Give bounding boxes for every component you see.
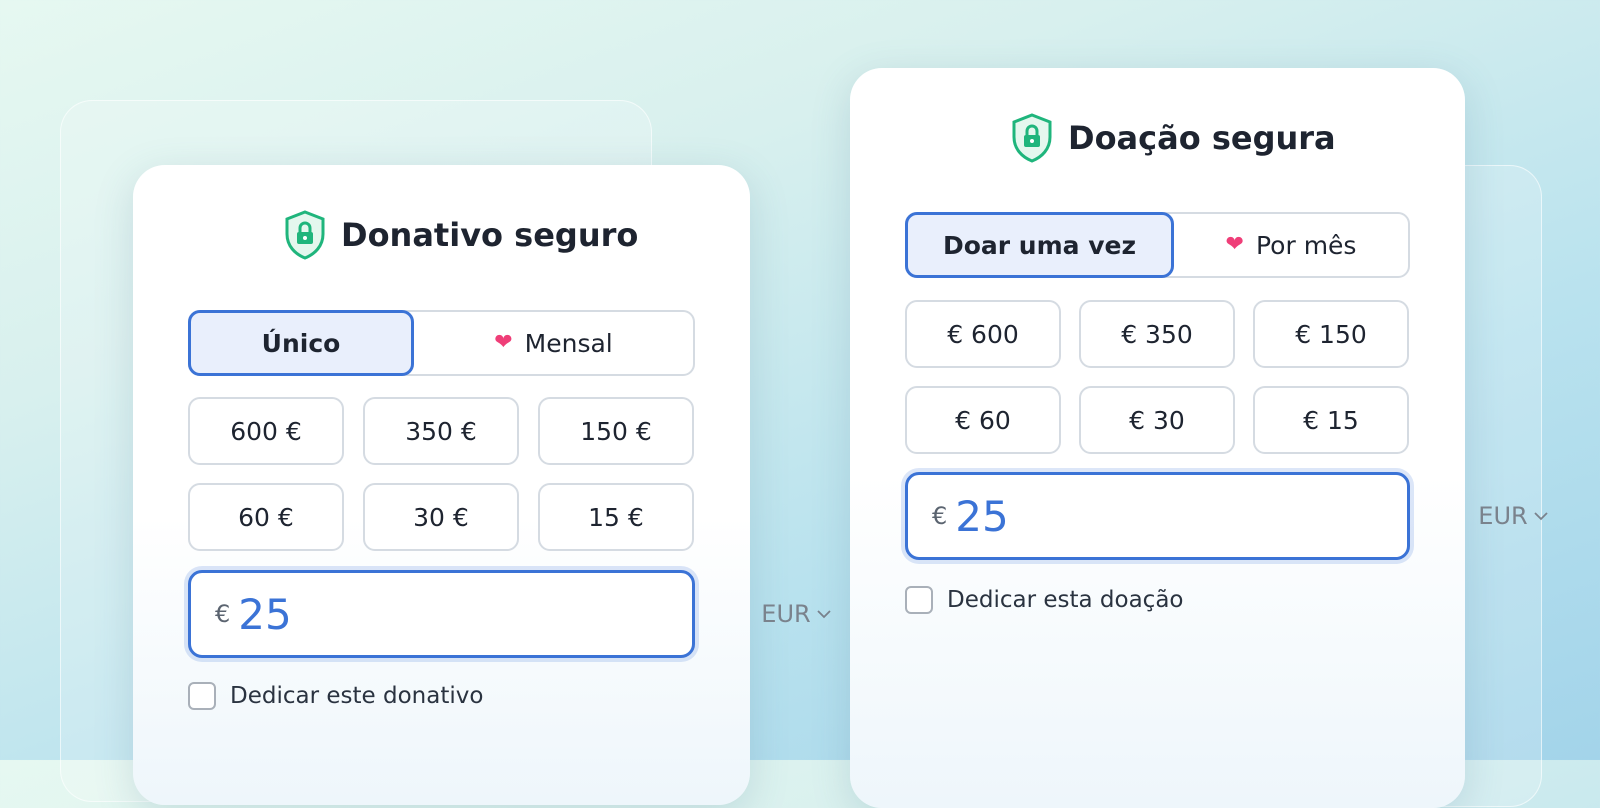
amount-button[interactable]: € 350: [1079, 300, 1235, 368]
currency-symbol: €: [932, 502, 948, 530]
chevron-down-icon: [1534, 511, 1548, 520]
amount-label: 600 €: [230, 416, 302, 446]
currency-symbol: €: [215, 600, 231, 628]
frequency-toggle: Único ❤ Mensal: [188, 310, 695, 376]
shield-lock-icon: [1012, 113, 1052, 163]
amount-button[interactable]: € 30: [1079, 386, 1235, 454]
amount-label: € 600: [947, 319, 1019, 349]
amount-button[interactable]: € 15: [1253, 386, 1409, 454]
amount-label: 350 €: [405, 416, 477, 446]
amount-button[interactable]: 150 €: [538, 397, 694, 465]
dedicate-checkbox[interactable]: [905, 586, 933, 614]
heart-icon: ❤: [494, 330, 513, 355]
dedicate-row: Dedicar esta doação: [905, 586, 1184, 614]
amount-button[interactable]: 350 €: [363, 397, 519, 465]
donation-card-left: Donativo seguro Único ❤ Mensal 600 € 350…: [133, 165, 831, 805]
dedicate-row: Dedicar este donativo: [188, 682, 483, 710]
amount-button[interactable]: € 600: [905, 300, 1061, 368]
card-title-text: Doação segura: [1068, 119, 1336, 157]
amount-label: € 60: [955, 405, 1011, 435]
amount-label: € 350: [1121, 319, 1193, 349]
amount-label: 150 €: [580, 416, 652, 446]
toggle-monthly-label: Por mês: [1255, 230, 1357, 260]
card-title: Doação segura: [1010, 113, 1336, 163]
dedicate-checkbox[interactable]: [188, 682, 216, 710]
currency-select[interactable]: EUR: [1478, 502, 1548, 530]
toggle-monthly-label: Mensal: [524, 328, 613, 358]
toggle-once[interactable]: Único: [188, 310, 414, 376]
toggle-monthly[interactable]: ❤ Mensal: [414, 312, 693, 374]
amount-button[interactable]: 600 €: [188, 397, 344, 465]
donation-card-right: Doação segura Doar uma vez ❤ Por mês € 6…: [850, 68, 1548, 808]
amount-label: € 30: [1129, 405, 1185, 435]
card-title: Donativo seguro: [283, 210, 638, 260]
toggle-once-label: Único: [261, 328, 341, 358]
amount-label: € 15: [1303, 405, 1359, 435]
custom-amount-input[interactable]: [955, 491, 1479, 541]
dedicate-label: Dedicar esta doação: [947, 587, 1184, 613]
currency-select[interactable]: EUR: [761, 600, 831, 628]
amount-button[interactable]: 60 €: [188, 483, 344, 551]
frequency-toggle: Doar uma vez ❤ Por mês: [905, 212, 1410, 278]
card-title-text: Donativo seguro: [341, 216, 639, 254]
heart-icon: ❤: [1225, 232, 1244, 257]
toggle-once-label: Doar uma vez: [942, 230, 1137, 260]
custom-amount-field[interactable]: € EUR: [905, 472, 1548, 560]
toggle-monthly[interactable]: ❤ Por mês: [1174, 214, 1408, 276]
amount-label: 30 €: [413, 502, 469, 532]
amount-button[interactable]: € 60: [905, 386, 1061, 454]
amount-button[interactable]: 15 €: [538, 483, 694, 551]
dedicate-label: Dedicar este donativo: [230, 683, 484, 709]
amount-label: 60 €: [238, 502, 294, 532]
amount-label: € 150: [1295, 319, 1367, 349]
custom-amount-field[interactable]: € EUR: [188, 570, 831, 658]
shield-lock-icon: [285, 210, 325, 260]
currency-code: EUR: [761, 600, 811, 628]
amount-button[interactable]: € 150: [1253, 300, 1409, 368]
chevron-down-icon: [817, 609, 831, 618]
amount-label: 15 €: [588, 502, 644, 532]
amount-button[interactable]: 30 €: [363, 483, 519, 551]
custom-amount-input[interactable]: [238, 589, 762, 639]
toggle-once[interactable]: Doar uma vez: [905, 212, 1174, 278]
currency-code: EUR: [1478, 502, 1528, 530]
